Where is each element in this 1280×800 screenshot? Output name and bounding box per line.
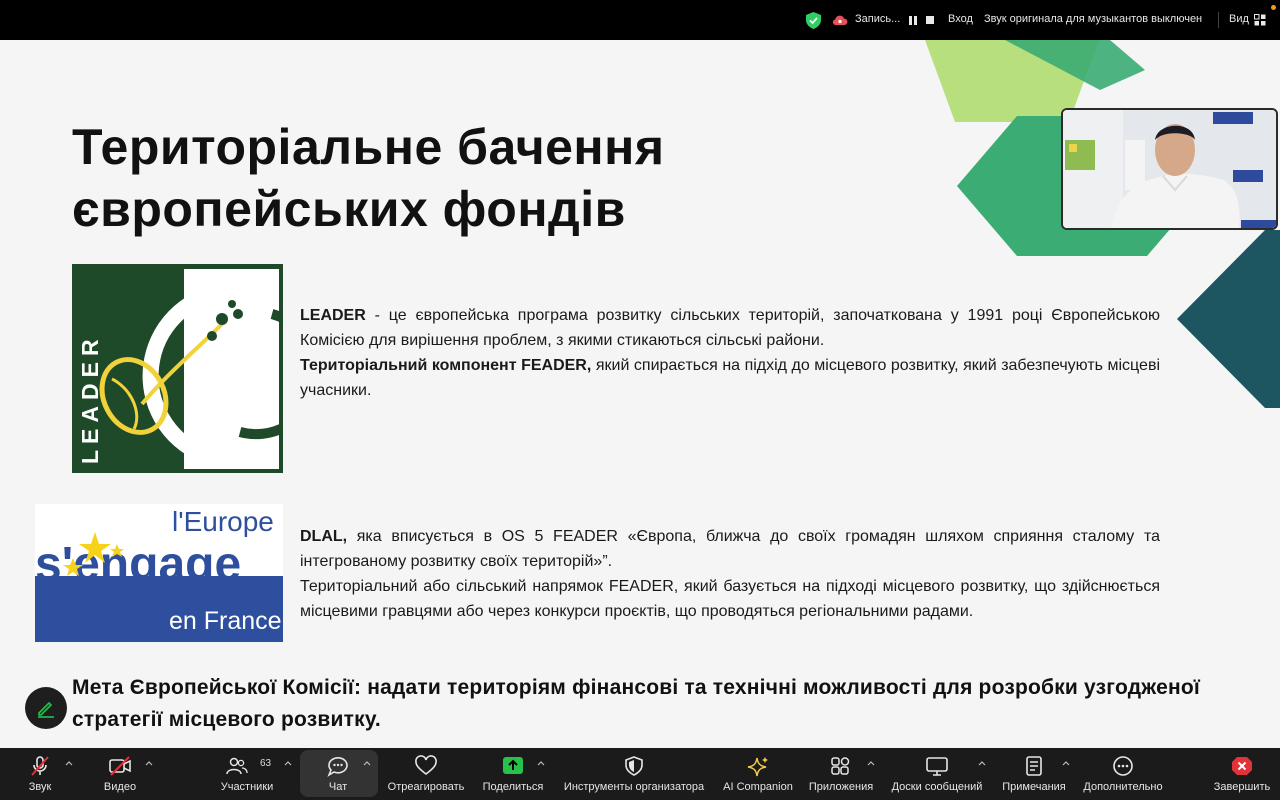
- more-button[interactable]: Дополнительно: [1078, 748, 1168, 800]
- notes-icon: [1026, 756, 1042, 776]
- participant-video: [1063, 110, 1276, 228]
- whiteboards-label: Доски сообщений: [891, 781, 983, 793]
- dlal-text: яка вписується в OS 5 FEADER «Європа, бл…: [300, 528, 1160, 570]
- host-tools-button[interactable]: Инструменты организатора: [556, 748, 712, 800]
- microphone-muted-icon: [31, 756, 49, 776]
- audio-label: Звук: [28, 781, 52, 793]
- cloud-recording-icon[interactable]: [832, 14, 848, 26]
- more-label: Дополнительно: [1083, 781, 1163, 793]
- leader-text: - це європейська програма розвитку сільс…: [300, 307, 1160, 349]
- security-shield-icon: [806, 12, 821, 29]
- slide-title: Територіальне бачення європейських фонді…: [72, 116, 792, 240]
- engage-line-3: en France: [169, 607, 282, 635]
- host-tools-label: Инструменты организатора: [563, 781, 705, 793]
- pencil-icon: [38, 701, 54, 718]
- chevron-up-icon[interactable]: [1062, 760, 1070, 766]
- dlal-description: DLAL, яка вписується в OS 5 FEADER «Євро…: [300, 524, 1160, 624]
- stop-recording-icon[interactable]: [926, 16, 934, 24]
- chevron-up-icon[interactable]: [65, 760, 73, 766]
- feader-direction-text: Територіальний або сільський напрямок FE…: [300, 578, 1160, 620]
- leader-logo: LEADER: [72, 264, 283, 473]
- notes-label: Примечания: [1002, 781, 1066, 793]
- react-button[interactable]: Отреагировать: [384, 748, 468, 800]
- engage-line-1: l'Europe: [172, 506, 274, 537]
- leader-description: LEADER - це європейська програма розвитк…: [300, 303, 1160, 403]
- meeting-top-bar: Запись... Вход Звук оригинала для музыка…: [0, 0, 1280, 40]
- shared-screen-slide: Територіальне бачення європейських фонді…: [0, 40, 1280, 748]
- video-label: Видео: [103, 781, 137, 793]
- chevron-up-icon[interactable]: [978, 760, 986, 766]
- apps-icon: [831, 757, 850, 775]
- chat-bubble-icon: [327, 757, 348, 777]
- sparkle-icon: [747, 757, 768, 777]
- whiteboard-icon: [926, 757, 948, 776]
- end-label: Завершить: [1213, 781, 1271, 793]
- feader-term: Територіальний компонент FEADER,: [300, 357, 592, 374]
- participant-video-tile[interactable]: [1061, 108, 1278, 230]
- participants-icon: [225, 757, 248, 775]
- share-label: Поделиться: [482, 781, 544, 793]
- react-label: Отреагировать: [387, 781, 465, 793]
- enter-button[interactable]: Вход: [948, 13, 973, 25]
- leader-term: LEADER: [300, 307, 366, 324]
- audio-button[interactable]: Звук: [12, 748, 68, 800]
- pause-recording-icon[interactable]: [909, 16, 917, 25]
- participants-button[interactable]: 63 Участники: [212, 748, 282, 800]
- camera-off-icon: [109, 756, 131, 776]
- video-button[interactable]: Видео: [92, 748, 148, 800]
- ai-companion-button[interactable]: AI Companion: [718, 748, 798, 800]
- apps-button[interactable]: Приложения: [804, 748, 878, 800]
- more-dots-icon: [1113, 756, 1133, 776]
- chat-label: Чат: [328, 781, 348, 793]
- ai-companion-label: AI Companion: [723, 781, 793, 793]
- chevron-up-icon[interactable]: [537, 760, 545, 766]
- chevron-up-icon[interactable]: [867, 760, 875, 766]
- share-arrow-icon: [503, 757, 523, 774]
- leader-logo-text: LEADER: [77, 333, 103, 464]
- notification-dot: [1271, 5, 1276, 10]
- view-button[interactable]: Вид: [1229, 13, 1249, 25]
- chevron-up-icon[interactable]: [145, 760, 153, 766]
- chevron-up-icon[interactable]: [284, 760, 292, 766]
- heart-icon: [415, 755, 437, 776]
- shield-icon: [625, 756, 643, 776]
- title-line-2: європейських фондів: [72, 181, 626, 237]
- participants-count: 63: [260, 758, 272, 769]
- chat-button[interactable]: Чат: [305, 748, 371, 800]
- view-grid-icon[interactable]: [1254, 14, 1266, 26]
- recording-status[interactable]: Запись...: [855, 13, 900, 25]
- engage-line-2: s'engage: [35, 538, 241, 591]
- chevron-up-icon[interactable]: [363, 760, 371, 766]
- dlal-term: DLAL,: [300, 528, 348, 545]
- end-close-icon: [1232, 757, 1252, 775]
- europe-engage-logo: l'Europe s'engage en France: [35, 504, 283, 642]
- topbar-divider: [1218, 12, 1219, 28]
- annotate-button[interactable]: [25, 687, 67, 729]
- share-screen-button[interactable]: Поделиться: [478, 748, 548, 800]
- notes-button[interactable]: Примечания: [996, 748, 1072, 800]
- end-meeting-button[interactable]: Завершить: [1210, 748, 1274, 800]
- title-line-1: Територіальне бачення: [72, 119, 665, 175]
- participants-label: Участники: [220, 781, 274, 793]
- apps-label: Приложения: [808, 781, 874, 793]
- commission-goal: Мета Європейської Комісії: надати терито…: [72, 676, 1200, 731]
- meeting-toolbar: Звук Видео 63 Участники Чат Отреагироват…: [0, 748, 1280, 800]
- whiteboards-button[interactable]: Доски сообщений: [886, 748, 988, 800]
- original-sound-status[interactable]: Звук оригинала для музыкантов выключен: [984, 13, 1202, 25]
